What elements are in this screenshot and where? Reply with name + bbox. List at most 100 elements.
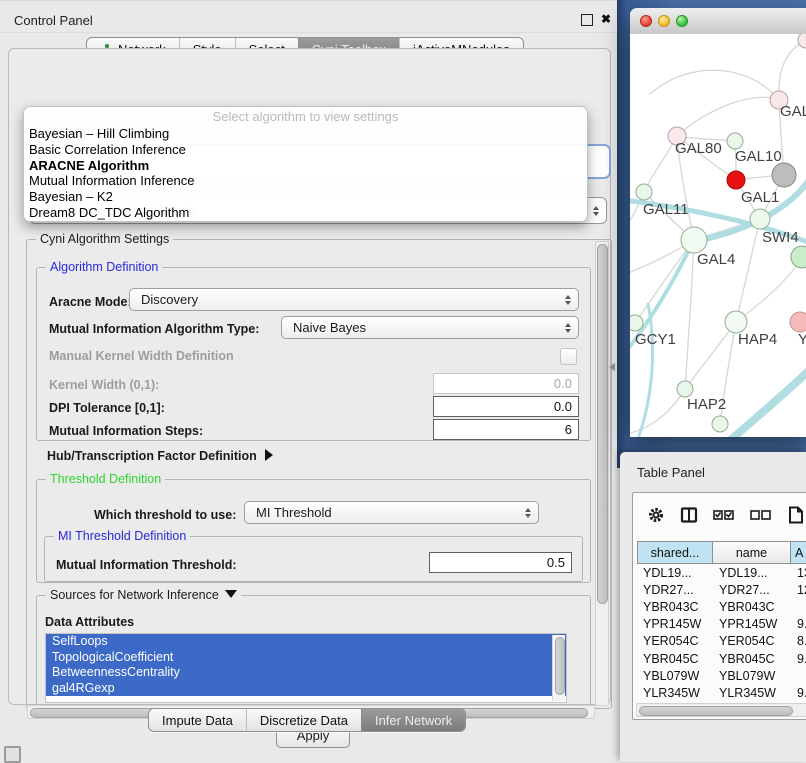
split-columns-icon[interactable] — [680, 506, 698, 524]
network-graph: GALGAL80GAL10GAL1GAL11SWI4GAL4GCY1HAP4YH… — [630, 34, 806, 437]
network-node[interactable] — [791, 246, 806, 268]
network-node[interactable] — [750, 209, 770, 229]
node-label: SWI4 — [762, 229, 799, 246]
close-panel-icon[interactable]: ✖ — [601, 12, 611, 26]
node-label: GAL10 — [735, 148, 782, 165]
table-cell — [791, 667, 806, 684]
attribute-list-scrollbar-thumb[interactable] — [555, 637, 565, 695]
network-node[interactable] — [790, 312, 806, 332]
network-node[interactable] — [636, 184, 652, 200]
column-header-name[interactable]: name — [713, 541, 791, 564]
which-threshold-value: MI Threshold — [256, 505, 332, 520]
minimize-window-icon[interactable] — [658, 15, 670, 27]
network-node[interactable] — [677, 381, 693, 397]
expanded-arrow-icon[interactable] — [225, 590, 237, 598]
dpi-tolerance-field[interactable]: 0.0 — [433, 396, 579, 417]
edge[interactable] — [630, 389, 685, 434]
float-panel-icon[interactable] — [581, 14, 593, 26]
edge[interactable] — [779, 40, 806, 100]
node-label: HAP4 — [738, 331, 777, 348]
gear-icon[interactable] — [647, 506, 665, 524]
algorithm-dropdown-popup: Select algorithm to view settings Bayesi… — [23, 106, 588, 222]
mi-type-label: Mutual Information Algorithm Type: — [49, 322, 259, 336]
table-row[interactable]: YPR145WYPR145W9. — [637, 616, 806, 633]
node-label: Y — [798, 331, 806, 348]
mi-type-combo[interactable]: Naive Bayes — [281, 316, 579, 339]
dropdown-item-bayesian-k2[interactable]: Bayesian – K2 — [24, 189, 587, 205]
table-row[interactable]: YLR345WYLR345W9. — [637, 684, 806, 701]
network-node[interactable] — [725, 311, 747, 333]
table-horizontal-scrollbar-thumb[interactable] — [639, 706, 793, 716]
edge[interactable] — [650, 70, 779, 100]
table-cell: YLR345W — [637, 684, 713, 701]
select-all-checked-icon[interactable] — [713, 506, 735, 524]
tab-impute-data[interactable]: Impute Data — [149, 709, 246, 731]
table-cell: YBL079W — [637, 667, 713, 684]
table-toolbar — [633, 493, 806, 537]
table-cell: 13 — [791, 564, 806, 581]
edge-highlighted[interactable] — [728, 364, 806, 437]
column-header-a[interactable]: A — [791, 541, 806, 564]
mi-steps-field[interactable]: 6 — [433, 419, 579, 440]
kernel-width-value: 0.0 — [554, 376, 572, 391]
edge[interactable] — [677, 97, 779, 136]
dropdown-item-mutual-information-inference[interactable]: Mutual Information Inference — [24, 173, 587, 189]
close-window-icon[interactable] — [640, 15, 652, 27]
attribute-item-gal4rgexp[interactable]: gal4RGexp — [46, 681, 566, 697]
network-node[interactable] — [727, 171, 745, 189]
collapsed-panel-icon[interactable] — [4, 746, 21, 763]
edge[interactable] — [685, 322, 736, 389]
table-row[interactable]: YDL19...YDL19...13 — [637, 564, 806, 581]
network-node[interactable] — [630, 315, 643, 331]
node-table[interactable]: shared...nameAYDL19...YDL19...13YDR27...… — [637, 541, 806, 719]
mi-threshold-field[interactable]: 0.5 — [429, 552, 572, 573]
kernel-width-field[interactable]: 0.0 — [433, 373, 579, 394]
attribute-item-selfloops[interactable]: SelfLoops — [46, 634, 566, 650]
table-row[interactable]: YDR27...YDR27...12 — [637, 581, 806, 598]
edge[interactable] — [685, 240, 694, 389]
network-canvas[interactable]: GALGAL80GAL10GAL1GAL11SWI4GAL4GCY1HAP4YH… — [630, 34, 806, 437]
zoom-window-icon[interactable] — [676, 15, 688, 27]
table-row[interactable]: YBR045CYBR045C9. — [637, 650, 806, 667]
tab-discretize-data[interactable]: Discretize Data — [246, 709, 361, 731]
network-node[interactable] — [681, 227, 707, 253]
which-threshold-combo[interactable]: MI Threshold — [244, 501, 539, 524]
network-node[interactable] — [772, 163, 796, 187]
table-cell: YBR045C — [637, 650, 713, 667]
document-icon[interactable] — [787, 506, 805, 524]
network-window-titlebar[interactable] — [630, 8, 806, 35]
attribute-item-betweennesscentrality[interactable]: BetweennessCentrality — [46, 665, 566, 681]
mi-steps-value: 6 — [565, 422, 572, 437]
edge[interactable] — [635, 240, 694, 323]
select-none-icon[interactable] — [750, 506, 772, 524]
table-panel-title: Table Panel — [637, 465, 705, 480]
table-horizontal-scrollbar[interactable] — [636, 703, 806, 717]
data-attributes-list[interactable]: SelfLoopsTopologicalCoefficientBetweenne… — [45, 633, 567, 703]
dropdown-item-dream8-dc-tdc-algorithm[interactable]: Dream8 DC_TDC Algorithm — [24, 205, 587, 221]
manual-kernel-checkbox[interactable] — [560, 348, 577, 365]
dropdown-item-aracne-algorithm[interactable]: ARACNE Algorithm — [24, 158, 587, 174]
network-node[interactable] — [712, 416, 728, 432]
attribute-list-scrollbar[interactable] — [552, 635, 565, 701]
settings-vertical-scrollbar-thumb[interactable] — [597, 244, 608, 604]
table-row[interactable]: YER054CYER054C8. — [637, 633, 806, 650]
dropdown-item-bayesian-hill-climbing[interactable]: Bayesian – Hill Climbing — [24, 126, 587, 142]
threshold-definition-title: Threshold Definition — [46, 472, 165, 486]
edge[interactable] — [736, 257, 802, 322]
table-row[interactable]: YBL079WYBL079W — [637, 667, 806, 684]
network-node[interactable] — [727, 133, 743, 149]
edge[interactable] — [644, 136, 677, 192]
table-row[interactable]: YBR043CYBR043C — [637, 598, 806, 615]
hub-definition-toggle[interactable]: Hub/Transcription Factor Definition — [47, 449, 273, 463]
dropdown-item-basic-correlation-inference[interactable]: Basic Correlation Inference — [24, 142, 587, 158]
settings-vertical-scrollbar[interactable] — [595, 241, 609, 706]
column-header-shared[interactable]: shared... — [637, 541, 713, 564]
network-node[interactable] — [798, 34, 806, 48]
dropdown-placeholder: Select algorithm to view settings — [24, 107, 587, 126]
attribute-item-topologicalcoefficient[interactable]: TopologicalCoefficient — [46, 650, 566, 666]
table-cell: YER054C — [713, 633, 791, 650]
aracne-mode-combo[interactable]: Discovery — [129, 288, 579, 311]
tab-infer-network[interactable]: Infer Network — [361, 709, 465, 731]
panel-divider-handle[interactable] — [609, 363, 615, 371]
bottom-tabs: Impute DataDiscretize DataInfer Network — [148, 708, 466, 732]
